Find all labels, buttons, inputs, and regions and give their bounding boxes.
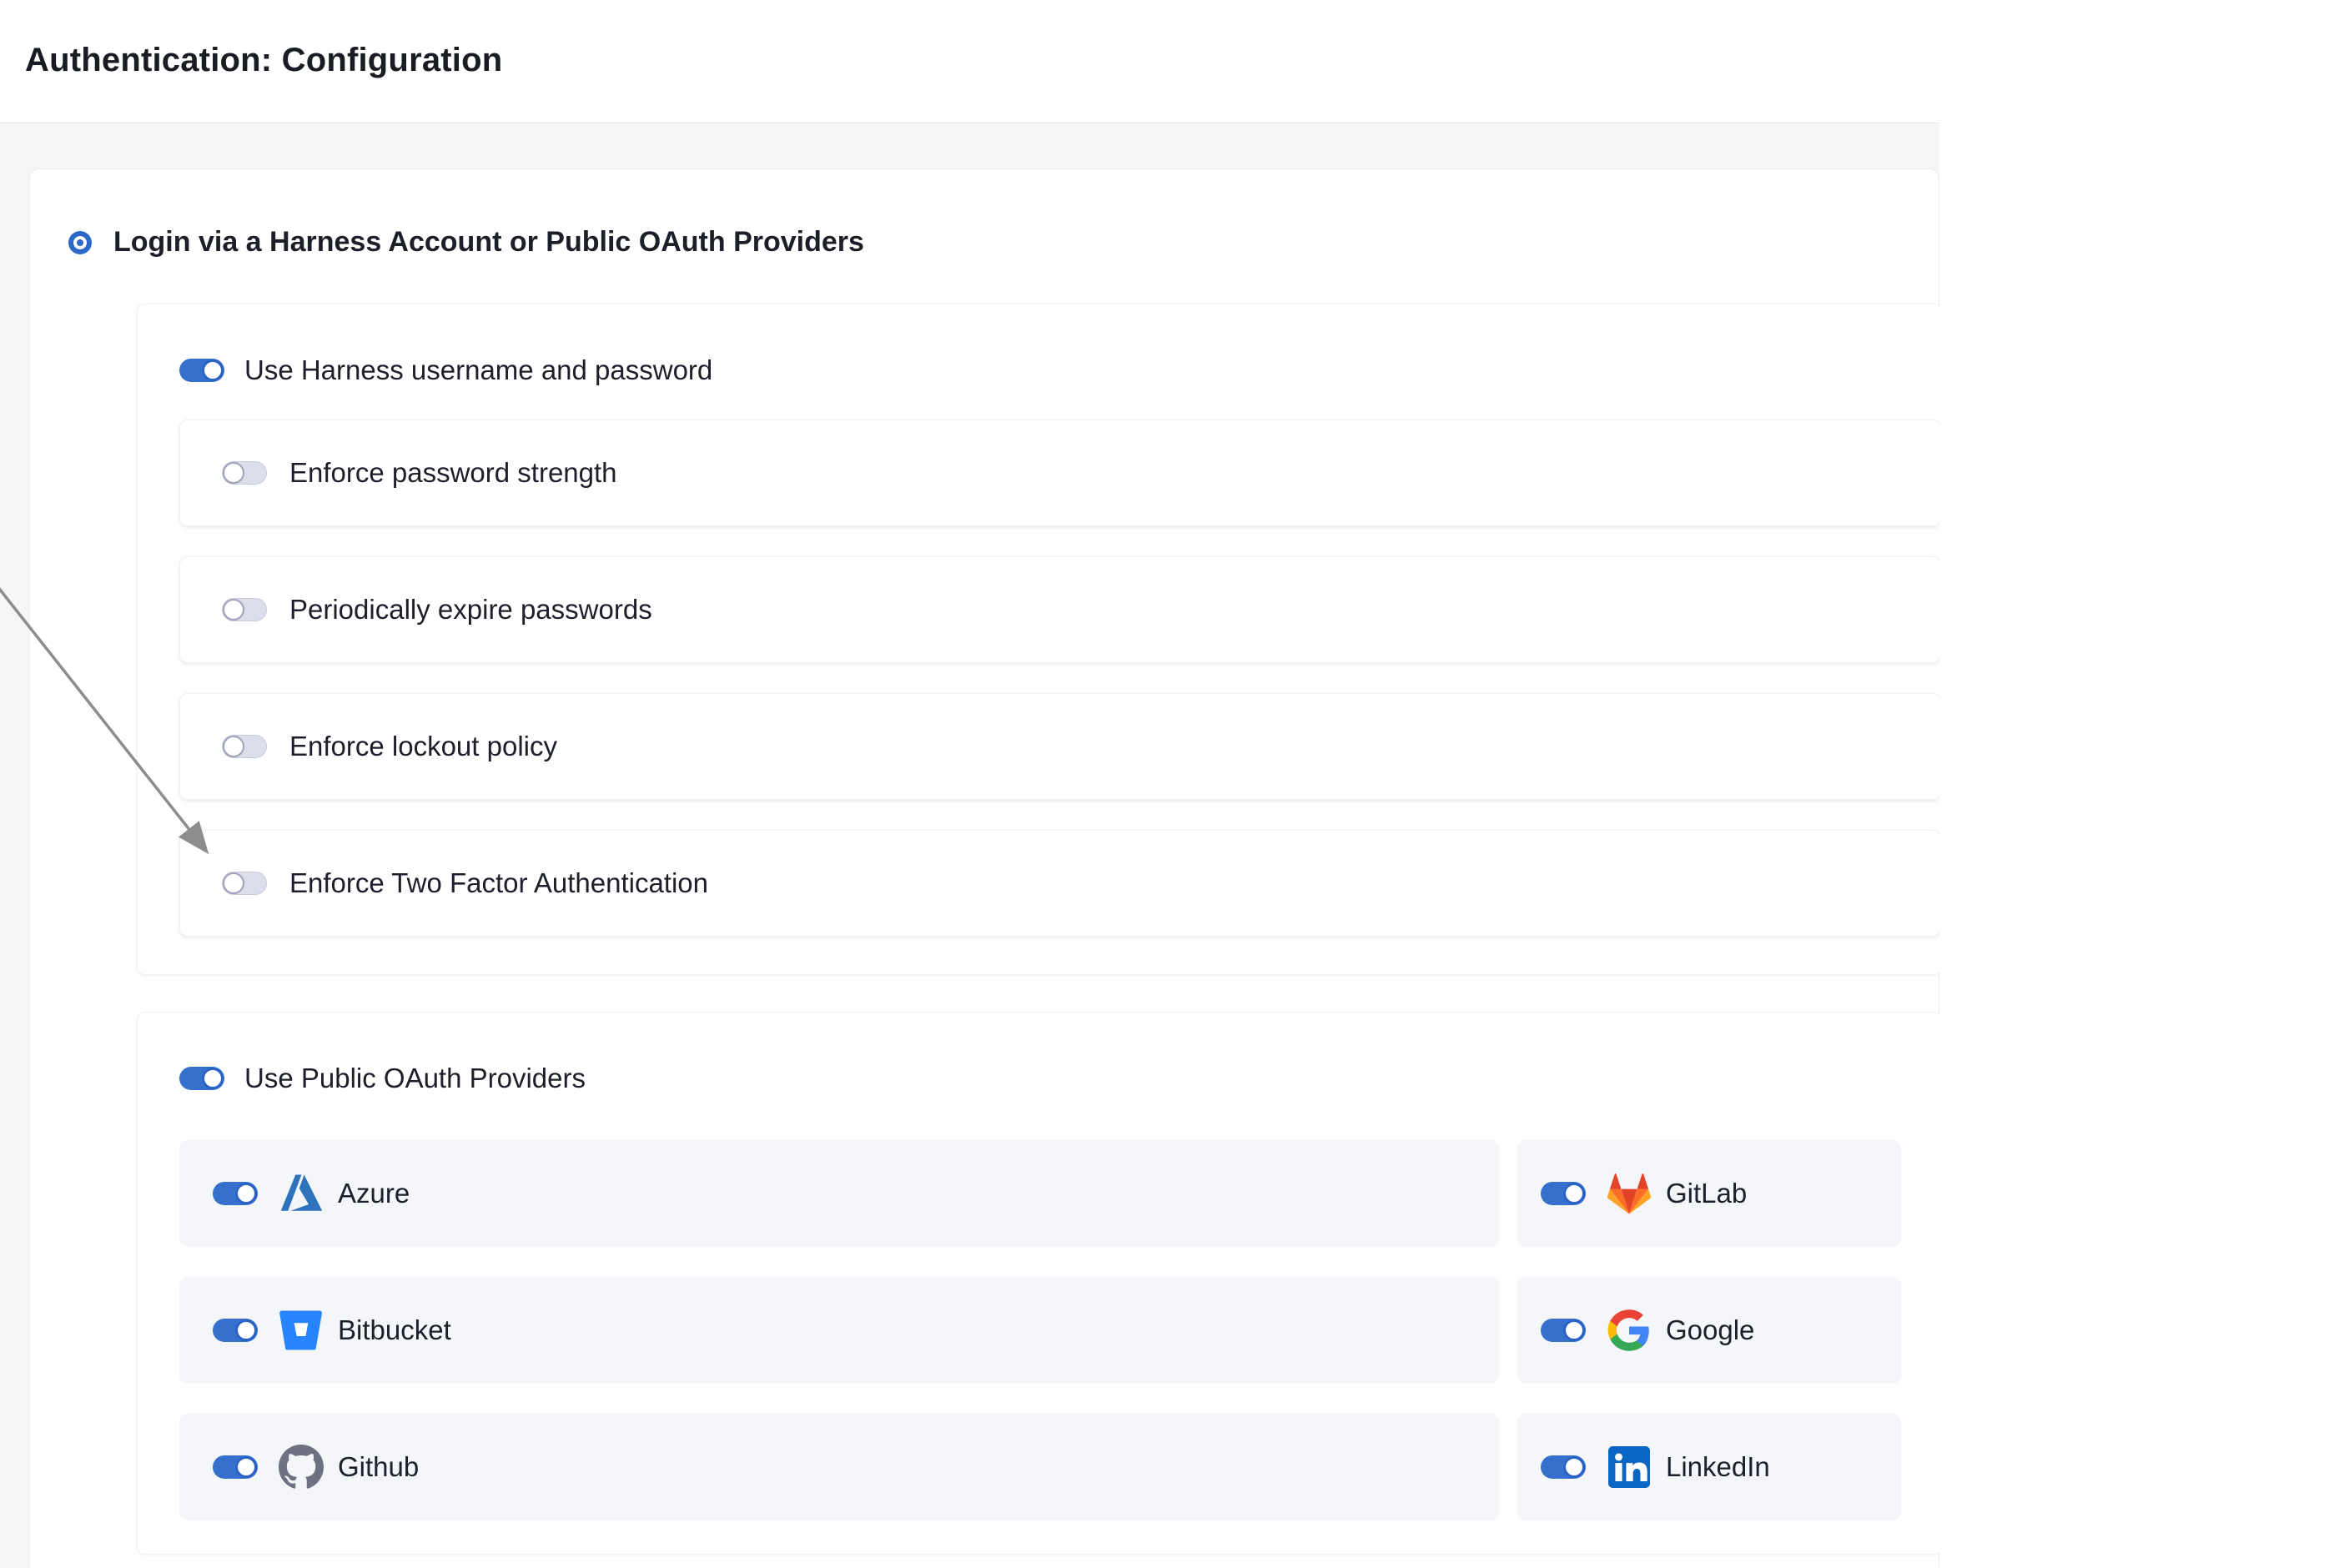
toggle-knob [1563,1319,1585,1341]
page-title: Authentication: Configuration [25,42,502,79]
github-toggle[interactable] [213,1455,258,1479]
enforce-two-factor-authentication-row: Enforce Two Factor Authentication [179,830,1939,937]
azure-toggle[interactable] [213,1182,258,1205]
harness-password-section: Use Harness username and password Enforc… [137,304,1939,975]
use-harness-username-password-toggle[interactable] [179,359,224,382]
harness-password-toggle-row: Use Harness username and password [179,354,1939,386]
bitbucket-icon [278,1307,324,1354]
enforce-password-strength-toggle[interactable] [222,461,267,485]
gitlab-icon [1606,1170,1652,1217]
auth-methods-card: Login via a Harness Account or Public OA… [29,168,1939,1568]
google-icon [1606,1307,1652,1354]
gitlab-provider-row: GitLab [1517,1140,1901,1247]
linkedin-label: LinkedIn [1666,1451,1770,1483]
toggle-knob [235,1456,257,1478]
bitbucket-label: Bitbucket [338,1314,451,1346]
enforce-two-factor-authentication-label: Enforce Two Factor Authentication [289,867,708,899]
gitlab-label: GitLab [1666,1178,1747,1209]
page-header: Authentication: Configuration [0,0,1939,123]
gitlab-toggle[interactable] [1541,1182,1586,1205]
bitbucket-provider-row: Bitbucket [179,1277,1499,1384]
azure-provider-row: Azure [179,1140,1499,1247]
toggle-knob [202,359,224,381]
bitbucket-toggle[interactable] [213,1319,258,1342]
github-icon [278,1444,324,1490]
periodically-expire-passwords-toggle[interactable] [222,598,267,621]
use-public-oauth-providers-label: Use Public OAuth Providers [244,1063,586,1094]
toggle-knob [1563,1456,1585,1478]
password-policy-rows: Enforce password strength Periodically e… [179,420,1939,937]
login-option-row[interactable]: Login via a Harness Account or Public OA… [68,226,864,259]
google-label: Google [1666,1314,1754,1346]
oauth-providers-toggle-row: Use Public OAuth Providers [179,1063,1939,1094]
toggle-knob [223,599,244,621]
github-label: Github [338,1451,419,1483]
toggle-knob [223,462,244,484]
toggle-knob [223,872,244,894]
linkedin-toggle[interactable] [1541,1455,1586,1479]
enforce-password-strength-label: Enforce password strength [289,457,617,489]
enforce-lockout-policy-toggle[interactable] [222,735,267,758]
oauth-providers-section: Use Public OAuth Providers Azure [137,1012,1939,1555]
github-provider-row: Github [179,1414,1499,1520]
enforce-password-strength-row: Enforce password strength [179,420,1939,526]
use-harness-username-password-label: Use Harness username and password [244,354,712,386]
linkedin-icon [1606,1444,1652,1490]
azure-label: Azure [338,1178,410,1209]
toggle-knob [223,736,244,757]
provider-grid: Azure G [179,1140,1939,1520]
toggle-knob [1563,1183,1585,1204]
periodically-expire-passwords-label: Periodically expire passwords [289,594,652,626]
auth-configuration-page: Authentication: Configuration Login via … [0,0,1939,1568]
toggle-knob [235,1183,257,1204]
google-toggle[interactable] [1541,1319,1586,1342]
toggle-knob [235,1319,257,1341]
login-option-label: Login via a Harness Account or Public OA… [113,226,864,259]
azure-icon [278,1170,324,1217]
google-provider-row: Google [1517,1277,1901,1384]
enforce-lockout-policy-row: Enforce lockout policy [179,693,1939,800]
enforce-two-factor-authentication-toggle[interactable] [222,872,267,895]
enforce-lockout-policy-label: Enforce lockout policy [289,731,557,762]
login-option-radio[interactable] [68,231,92,254]
periodically-expire-passwords-row: Periodically expire passwords [179,556,1939,663]
toggle-knob [202,1068,224,1089]
use-public-oauth-providers-toggle[interactable] [179,1067,224,1090]
linkedin-provider-row: LinkedIn [1517,1414,1901,1520]
